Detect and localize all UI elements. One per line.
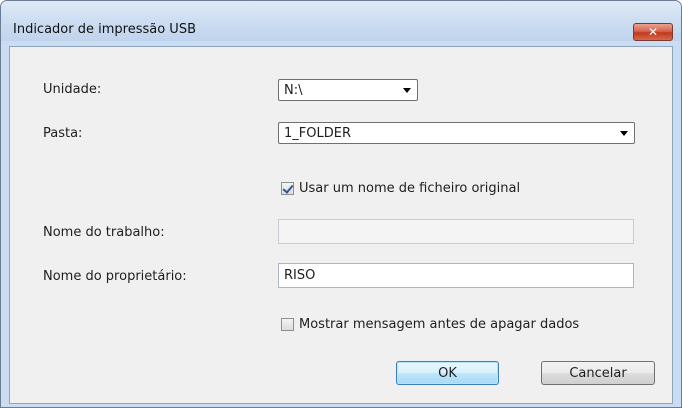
use-original-filename-checkbox[interactable]: Usar um nome de ficheiro original xyxy=(281,181,520,196)
unit-label: Unidade: xyxy=(43,82,102,97)
owner-name-value: RISO xyxy=(284,268,316,283)
job-name-field[interactable] xyxy=(278,219,634,244)
cancel-button[interactable]: Cancelar xyxy=(541,361,655,385)
use-original-filename-label: Usar um nome de ficheiro original xyxy=(299,181,521,196)
confirm-delete-label: Mostrar mensagem antes de apagar dados xyxy=(299,317,580,332)
confirm-delete-checkbox[interactable]: Mostrar mensagem antes de apagar dados xyxy=(281,317,579,332)
chevron-down-icon xyxy=(620,131,628,136)
owner-name-field[interactable]: RISO xyxy=(278,263,634,288)
folder-value: 1_FOLDER xyxy=(284,126,351,141)
folder-label: Pasta: xyxy=(43,126,83,141)
owner-name-label: Nome do proprietário: xyxy=(43,269,187,284)
dialog-content: Unidade: N:\ Pasta: 1_FOLDER Usar um nom… xyxy=(9,46,673,404)
title-bar[interactable]: Indicador de impressão USB ✕ xyxy=(1,1,681,41)
close-icon: ✕ xyxy=(647,25,659,39)
job-name-label: Nome do trabalho: xyxy=(43,225,165,240)
checkbox-icon[interactable] xyxy=(281,182,294,195)
unit-dropdown[interactable]: N:\ xyxy=(278,79,418,101)
unit-value: N:\ xyxy=(284,83,303,98)
ok-button[interactable]: OK xyxy=(396,361,499,385)
close-button[interactable]: ✕ xyxy=(633,23,673,41)
chevron-down-icon xyxy=(403,88,411,93)
window-title: Indicador de impressão USB xyxy=(13,22,196,37)
checkbox-icon[interactable] xyxy=(281,318,294,331)
dialog-window: Indicador de impressão USB ✕ Unidade: N:… xyxy=(0,0,682,408)
folder-dropdown[interactable]: 1_FOLDER xyxy=(278,122,635,144)
